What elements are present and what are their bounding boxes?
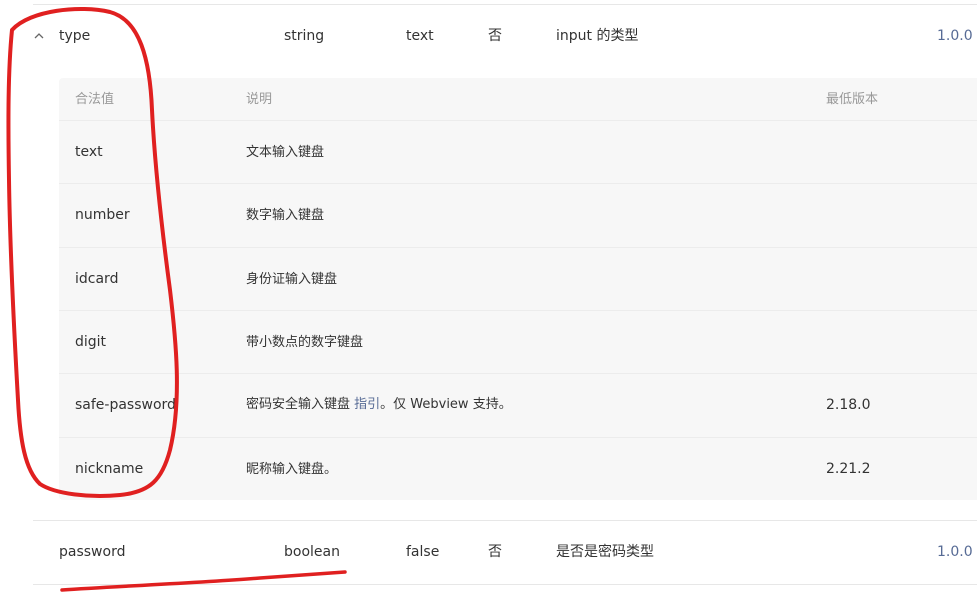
prop-required: 否 — [488, 544, 502, 560]
subtable-divider — [59, 373, 977, 374]
prop-required: 否 — [488, 28, 502, 44]
prop-name: type — [59, 28, 91, 44]
desc-text: 。仅 Webview 支持。 — [380, 397, 512, 412]
prop-default: false — [406, 544, 440, 560]
legal-value: digit — [75, 334, 107, 350]
legal-value-desc: 数字输入键盘 — [246, 208, 325, 223]
subtable-divider — [59, 183, 977, 184]
legal-value-version: 2.21.2 — [826, 461, 871, 477]
legal-value-desc: 身份证输入键盘 — [246, 272, 338, 287]
guide-link[interactable]: 指引 — [354, 397, 380, 412]
row-divider — [33, 520, 977, 521]
prop-type: string — [284, 28, 325, 44]
annotation-underline — [60, 570, 347, 592]
prop-name: password — [59, 544, 126, 560]
subtable-divider — [59, 437, 977, 438]
legal-value-version: 2.18.0 — [826, 397, 871, 413]
subtable-divider — [59, 247, 977, 248]
legal-value: nickname — [75, 461, 144, 477]
subtable-divider — [59, 310, 977, 311]
legal-value-desc: 带小数点的数字键盘 — [246, 335, 364, 350]
legal-value: idcard — [75, 271, 119, 287]
legal-value-desc: 密码安全输入键盘 指引。仅 Webview 支持。 — [246, 398, 512, 411]
prop-version: 1.0.0 — [937, 28, 973, 44]
header-value: 合法值 — [75, 92, 115, 107]
row-divider — [33, 4, 977, 5]
legal-value-desc: 昵称输入键盘。 — [246, 462, 338, 477]
prop-default: text — [406, 28, 434, 44]
chevron-up-icon[interactable] — [33, 29, 45, 45]
header-description: 说明 — [246, 92, 273, 107]
legal-value: number — [75, 207, 130, 223]
header-min-version: 最低版本 — [826, 92, 879, 107]
prop-type: boolean — [284, 544, 340, 560]
legal-value: safe-password — [75, 397, 176, 413]
prop-version: 1.0.0 — [937, 544, 973, 560]
legal-value-desc: 文本输入键盘 — [246, 145, 325, 160]
prop-description: 是否是密码类型 — [556, 544, 654, 560]
row-divider — [33, 584, 977, 585]
subtable-divider — [59, 120, 977, 121]
legal-value: text — [75, 144, 103, 160]
desc-text: 密码安全输入键盘 — [246, 397, 355, 412]
prop-description: input 的类型 — [556, 28, 639, 44]
